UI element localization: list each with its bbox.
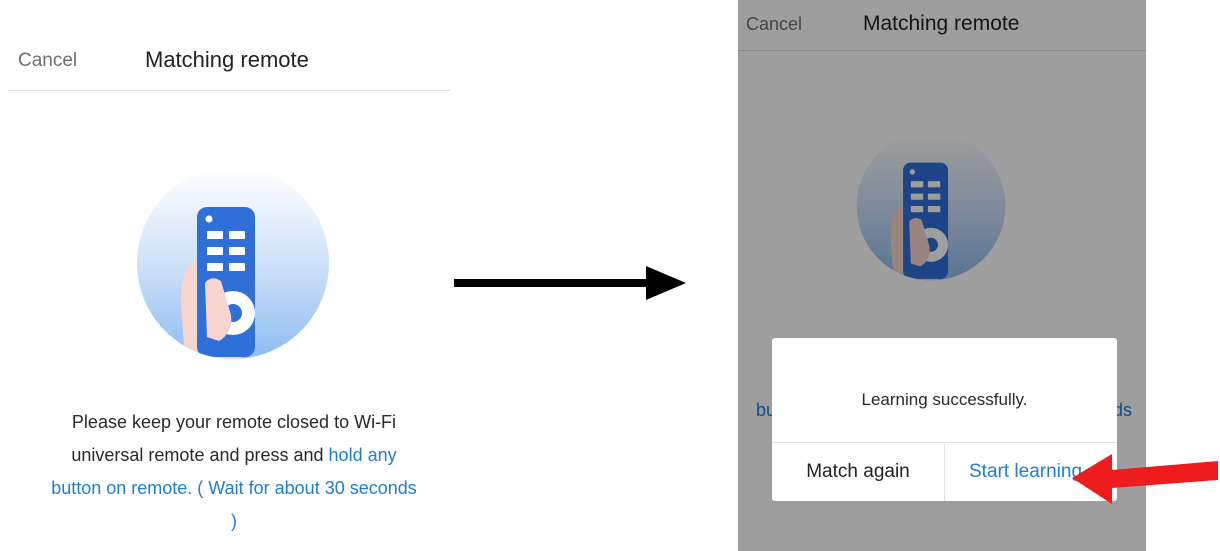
instruction-line-4: ) (231, 511, 237, 531)
instruction-line-2-highlight: hold any (328, 445, 397, 465)
header: Cancel Matching remote (0, 0, 460, 90)
instruction-line-2: universal remote and press and hold any (14, 439, 454, 472)
instruction-line-2-plain: universal remote and press and (71, 445, 329, 465)
left-screen: Cancel Matching remote Please keep your … (0, 0, 460, 551)
red-pointer-arrow-icon (1070, 448, 1220, 517)
remote-hand-icon (137, 167, 329, 359)
dialog-message: Learning successfully. (861, 390, 1028, 409)
header-divider (8, 90, 450, 91)
result-dialog: Learning successfully. Match again Start… (772, 338, 1117, 501)
right-arrow-icon (452, 262, 688, 309)
page-title: Matching remote (145, 47, 309, 72)
cancel-button[interactable]: Cancel (18, 50, 77, 72)
instruction-line-3: button on remote. ( Wait for about 30 se… (51, 478, 417, 498)
remote-illustration (135, 165, 331, 361)
instruction-text: Please keep your remote closed to Wi-Fi … (14, 406, 454, 538)
match-again-button[interactable]: Match again (772, 442, 944, 501)
instruction-line-1: Please keep your remote closed to Wi-Fi (71, 412, 397, 432)
